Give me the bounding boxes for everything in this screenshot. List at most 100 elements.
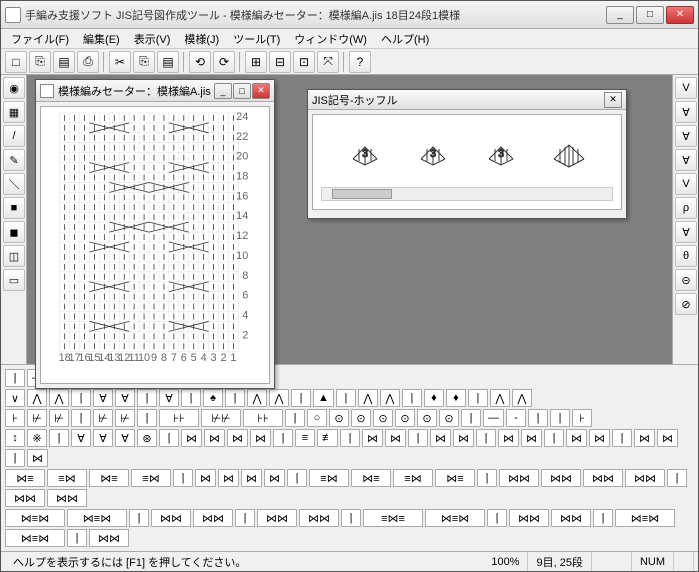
symbol-cell[interactable]: ⊙ (329, 409, 349, 427)
symbol-cell[interactable]: ⋈≡ (351, 469, 391, 487)
symbol-cell[interactable]: ⋀ (358, 389, 378, 407)
left-tool-2[interactable]: / (3, 125, 25, 147)
symbol-cell[interactable]: ⊙ (351, 409, 371, 427)
symbol-cell[interactable]: ⋈ (566, 429, 587, 447)
symbol-cell[interactable]: ⋈ (430, 429, 451, 447)
symbol-cell[interactable]: ⋀ (490, 389, 510, 407)
right-tool-7[interactable]: θ (675, 245, 697, 267)
symbol-cell[interactable]: ⊬⊬ (201, 409, 241, 427)
bobble-symbol-3[interactable]: 3 (481, 133, 521, 173)
toolbar-btn-2[interactable]: ▤ (53, 51, 75, 73)
bobble-symbol-1[interactable]: 3 (345, 133, 385, 173)
doc-maximize[interactable]: □ (233, 83, 251, 99)
toolbar-btn-9[interactable]: ⟲ (189, 51, 211, 73)
symbol-cell[interactable]: | (67, 529, 87, 547)
symbol-cell[interactable]: ⋈≡ (435, 469, 475, 487)
symbol-cell[interactable]: | (5, 369, 25, 387)
symbol-cell[interactable]: | (49, 429, 69, 447)
symbol-cell[interactable]: | (287, 469, 307, 487)
toolbar-btn-3[interactable]: ⎙ (77, 51, 99, 73)
symbol-cell[interactable]: ≡ (295, 429, 315, 447)
symbol-cell[interactable]: | (225, 389, 245, 407)
symbol-cell[interactable]: ⋈≡⋈ (425, 509, 485, 527)
menu-view[interactable]: 表示(V) (128, 29, 177, 49)
symbol-cell[interactable]: ∀ (71, 429, 91, 447)
right-tool-2[interactable]: ∀ (675, 125, 697, 147)
symbol-cell[interactable]: | (468, 389, 488, 407)
menu-tool[interactable]: ツール(T) (227, 29, 286, 49)
symbol-cell[interactable]: ≡⋈ (309, 469, 349, 487)
symbol-cell[interactable]: | (340, 429, 360, 447)
symbol-cell[interactable]: | (291, 389, 311, 407)
left-tool-6[interactable]: ◼ (3, 221, 25, 243)
menu-file[interactable]: ファイル(F) (5, 29, 75, 49)
symbol-cell[interactable]: | (544, 429, 564, 447)
chart-canvas[interactable]: 24222018161412108642 1817161514131211109… (40, 106, 270, 384)
symbol-cell[interactable]: | (550, 409, 570, 427)
symbol-cell[interactable]: | (667, 469, 687, 487)
symbol-cell[interactable]: ⋈⋈ (583, 469, 623, 487)
symbol-cell[interactable]: ⋈ (521, 429, 542, 447)
symbol-cell[interactable]: ⋈⋈ (299, 509, 339, 527)
bobble-symbol-4[interactable] (549, 133, 589, 173)
symbol-cell[interactable]: ⋈⋈ (47, 489, 87, 507)
right-tool-6[interactable]: ∀ (675, 221, 697, 243)
right-tool-8[interactable]: ⊝ (675, 269, 697, 291)
symbol-cell[interactable]: | (528, 409, 548, 427)
symbol-cell[interactable]: ⋀ (49, 389, 69, 407)
symbol-cell[interactable]: | (487, 509, 507, 527)
left-tool-0[interactable]: ◉ (3, 77, 25, 99)
bobble-symbol-2[interactable]: 3 (413, 133, 453, 173)
left-tool-7[interactable]: ◫ (3, 245, 25, 267)
symbol-cell[interactable]: ♠ (203, 389, 223, 407)
toolbar-btn-0[interactable]: □ (5, 51, 27, 73)
palette-close[interactable]: ✕ (604, 92, 622, 108)
toolbar-btn-14[interactable]: ⊡ (293, 51, 315, 73)
menu-window[interactable]: ウィンドウ(W) (288, 29, 373, 49)
symbol-cell[interactable]: ⋈⋈ (257, 509, 297, 527)
left-tool-3[interactable]: ✎ (3, 149, 25, 171)
symbol-cell[interactable]: ⋈⋈ (193, 509, 233, 527)
symbol-cell[interactable]: ≢ (317, 429, 338, 447)
close-button[interactable]: ✕ (666, 6, 694, 24)
symbol-cell[interactable]: ∀ (93, 389, 113, 407)
symbol-cell[interactable]: | (477, 469, 497, 487)
symbol-cell[interactable]: ⊦ (572, 409, 592, 427)
symbol-cell[interactable]: ⊙ (417, 409, 437, 427)
symbol-cell[interactable]: | (402, 389, 422, 407)
symbol-cell[interactable]: ⋈⋈ (89, 529, 129, 547)
menu-pattern[interactable]: 模様(J) (178, 29, 225, 49)
symbol-cell[interactable]: — (483, 409, 504, 427)
symbol-cell[interactable]: ∀ (159, 389, 179, 407)
symbol-cell[interactable]: ⊦ (5, 409, 25, 427)
symbol-cell[interactable]: ⊛ (137, 429, 157, 447)
symbol-cell[interactable]: | (129, 509, 149, 527)
symbol-cell[interactable]: ⋈ (264, 469, 285, 487)
symbol-cell[interactable]: ∨ (5, 389, 25, 407)
symbol-cell[interactable]: | (71, 389, 91, 407)
symbol-cell[interactable]: | (476, 429, 496, 447)
menu-help[interactable]: ヘルプ(H) (375, 29, 435, 49)
symbol-cell[interactable]: | (71, 409, 91, 427)
menu-edit[interactable]: 編集(E) (77, 29, 126, 49)
symbol-cell[interactable]: ⊬ (115, 409, 135, 427)
maximize-button[interactable]: □ (636, 6, 664, 24)
symbol-cell[interactable]: ⋈≡⋈ (615, 509, 675, 527)
symbol-cell[interactable]: ⋈ (498, 429, 519, 447)
symbol-cell[interactable]: ○ (307, 409, 327, 427)
symbol-cell[interactable]: ⊙ (373, 409, 393, 427)
symbol-cell[interactable]: ▲ (313, 389, 334, 407)
symbol-cell[interactable]: ⊙ (395, 409, 415, 427)
symbol-cell[interactable]: ⋀ (247, 389, 267, 407)
symbol-cell[interactable]: ⋈≡ (89, 469, 129, 487)
symbol-cell[interactable]: ⋀ (380, 389, 400, 407)
toolbar-btn-17[interactable]: ? (349, 51, 371, 73)
left-tool-5[interactable]: ■ (3, 197, 25, 219)
symbol-cell[interactable]: ⋈ (204, 429, 225, 447)
symbol-cell[interactable]: ⊙ (439, 409, 459, 427)
symbol-cell[interactable]: ⋈ (195, 469, 216, 487)
toolbar-btn-6[interactable]: ⎘ (133, 51, 155, 73)
symbol-cell[interactable]: ⋈ (453, 429, 474, 447)
symbol-cell[interactable]: - (506, 409, 526, 427)
symbol-cell[interactable]: ※ (27, 429, 47, 447)
